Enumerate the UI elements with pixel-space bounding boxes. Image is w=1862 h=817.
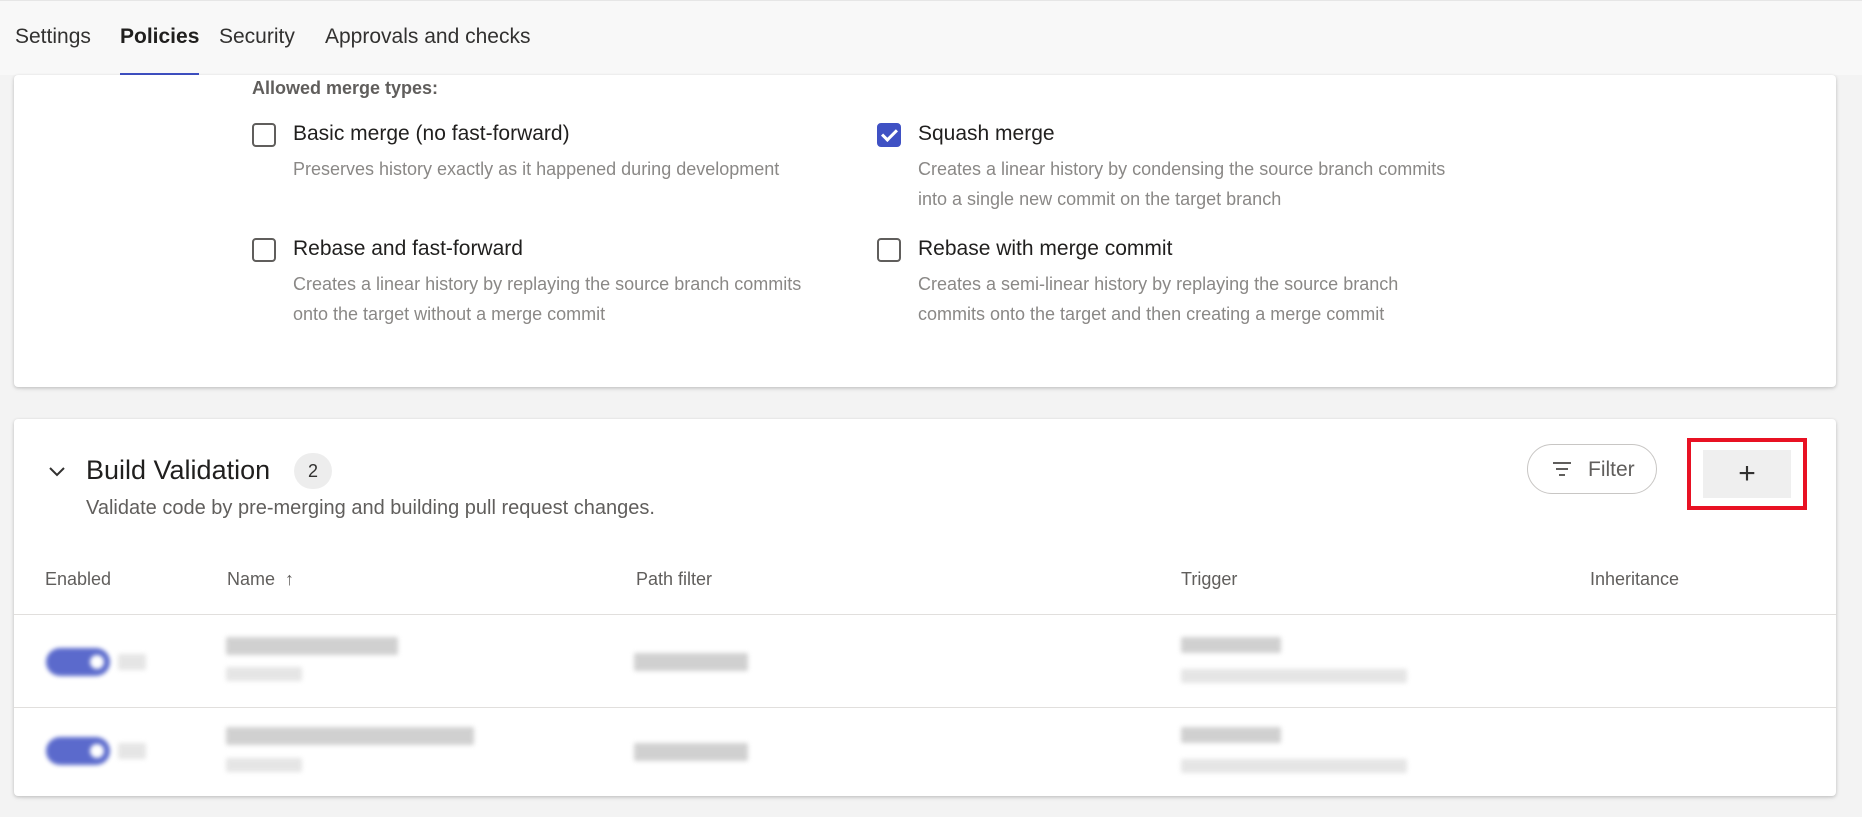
column-header-enabled[interactable]: Enabled [45,569,111,590]
rebase-merge-commit-description: Creates a semi-linear history by replayi… [918,274,1399,324]
tab-approvals-and-checks[interactable]: Approvals and checks [325,25,530,76]
basic-merge-checkbox[interactable] [252,123,276,147]
build-validation-description: Validate code by pre-merging and buildin… [86,497,655,519]
build-validation-card: Build Validation 2 Validate code by pre-… [14,419,1836,796]
column-header-name-label: Name [227,569,276,589]
column-header-path-filter[interactable]: Path filter [636,569,712,590]
add-build-policy-button[interactable]: + [1687,438,1807,510]
sort-ascending-icon: ↑ [285,569,295,589]
tab-settings[interactable]: Settings [15,25,91,76]
rebase-fast-forward-checkbox[interactable] [252,238,276,262]
tab-bar: Settings Policies Security Approvals and… [0,0,1862,76]
squash-merge-title: Squash merge [918,122,1055,145]
policy-name [226,727,474,745]
column-header-name[interactable]: Name ↑ [227,569,294,590]
policy-status [226,758,302,772]
path-filter-value [634,653,748,671]
enabled-toggle[interactable] [46,648,110,676]
merge-types-card: Allowed merge types: Basic merge (no fas… [14,75,1836,387]
row-divider [14,707,1836,708]
path-filter-value [634,743,748,761]
chevron-down-icon[interactable] [46,461,68,483]
enabled-state-text [118,654,146,670]
policy-name [226,637,398,655]
filter-icon [1553,462,1571,476]
add-icon: + [1738,457,1756,490]
build-validation-count-badge: 2 [294,453,332,489]
allowed-merge-types-label: Allowed merge types: [252,78,439,98]
column-header-trigger[interactable]: Trigger [1181,569,1237,590]
enabled-state-text [118,743,146,759]
trigger-detail [1181,759,1407,773]
trigger-detail [1181,669,1407,683]
enabled-toggle[interactable] [46,737,110,765]
tab-policies[interactable]: Policies [120,25,200,76]
trigger-value [1181,637,1281,653]
rebase-fast-forward-description: Creates a linear history by replaying th… [293,274,802,324]
rebase-merge-commit-checkbox[interactable] [877,238,901,262]
policy-status [226,667,302,681]
filter-button-label: Filter [1588,458,1635,481]
trigger-value [1181,727,1281,743]
squash-merge-description: Creates a linear history by condensing t… [918,159,1446,209]
filter-button[interactable]: Filter [1527,444,1657,494]
column-header-inheritance[interactable]: Inheritance [1590,569,1679,590]
squash-merge-checkbox[interactable] [877,123,901,147]
basic-merge-title: Basic merge (no fast-forward) [293,122,570,145]
basic-merge-description: Preserves history exactly as it happened… [293,159,780,179]
rebase-fast-forward-title: Rebase and fast-forward [293,237,523,260]
tab-security[interactable]: Security [219,25,295,76]
rebase-merge-commit-title: Rebase with merge commit [918,237,1173,260]
build-validation-title: Build Validation [86,455,271,485]
add-button-surface[interactable]: + [1703,450,1791,498]
header-divider [14,614,1836,615]
